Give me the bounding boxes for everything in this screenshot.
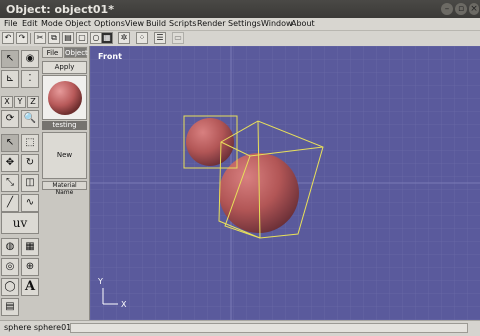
axis-y-label: Y — [98, 277, 103, 286]
move-icon[interactable]: ✥ — [1, 154, 19, 172]
material-preview[interactable] — [42, 75, 87, 120]
close-button[interactable]: × — [469, 3, 479, 15]
pointer-icon[interactable]: ↖ — [1, 134, 19, 152]
menu-object[interactable]: Object — [65, 19, 91, 28]
menu-file[interactable]: File — [4, 19, 17, 28]
menu-about[interactable]: About — [291, 19, 315, 28]
menu-build[interactable]: Build — [146, 19, 166, 28]
menu-mode[interactable]: Mode — [41, 19, 63, 28]
window-title: Object: object01* — [6, 3, 114, 16]
menu-settings[interactable]: Settings — [228, 19, 261, 28]
paste-icon[interactable]: ▤ — [62, 32, 74, 44]
grid-view-icon[interactable]: ▦ — [101, 32, 113, 44]
viewport-canvas[interactable] — [90, 46, 480, 320]
move-points-icon[interactable]: ⁘ — [136, 32, 148, 44]
copy-icon[interactable]: ⧉ — [48, 32, 60, 44]
cube-tool-icon[interactable]: ▦ — [21, 238, 39, 256]
redo-icon[interactable]: ↷ — [16, 32, 28, 44]
rotate-icon[interactable]: ↻ — [21, 154, 39, 172]
apply-button[interactable]: Apply — [42, 61, 87, 74]
marquee-icon[interactable]: ⬚ — [21, 134, 39, 152]
material-caption: testing — [42, 121, 87, 130]
points-icon[interactable]: ⁚ — [21, 70, 39, 88]
curve-icon[interactable]: ∿ — [21, 194, 39, 212]
title-bar: Object: object01* – ▫ × — [0, 0, 480, 18]
status-field — [70, 323, 468, 333]
axis-x-label: X — [121, 300, 127, 309]
list-icon[interactable]: ☰ — [154, 32, 166, 44]
axis-icon[interactable]: ⊾ — [1, 70, 19, 88]
zoom-icon[interactable]: 🔍 — [21, 110, 39, 128]
tab-file[interactable]: File — [42, 47, 63, 58]
maximize-button[interactable]: ▫ — [455, 3, 467, 15]
menu-scripts[interactable]: Scripts — [169, 19, 196, 28]
axis-z-button[interactable]: Z — [27, 96, 39, 108]
status-text: sphere sphere01 — [4, 323, 72, 332]
object-panel: File Object Apply testing New Material N… — [40, 46, 90, 320]
new-material-button[interactable]: New — [42, 132, 87, 179]
torus-tool-icon[interactable]: ◯ — [1, 278, 19, 296]
toolbar-separator — [30, 33, 31, 44]
menu-bar: File Edit Mode Object Options View Build… — [0, 18, 480, 31]
sphere-tool-icon[interactable]: ◍ — [1, 238, 19, 256]
menu-options[interactable]: Options — [94, 19, 125, 28]
scale-icon[interactable]: ⤡ — [1, 174, 19, 192]
disabled-tool-icon: ▭ — [172, 32, 184, 44]
text-tool-button[interactable]: A — [21, 278, 39, 296]
menu-view[interactable]: View — [125, 19, 144, 28]
small-sphere[interactable] — [186, 118, 234, 166]
menu-edit[interactable]: Edit — [22, 19, 38, 28]
grid-tool-icon[interactable]: ▤ — [1, 298, 19, 316]
sphere-preview-icon — [48, 81, 82, 115]
polymesh-tool-icon[interactable]: ⊕ — [21, 258, 39, 276]
cylinder-tool-icon[interactable]: ◎ — [1, 258, 19, 276]
tab-object[interactable]: Object — [64, 47, 88, 58]
material-name-field[interactable]: Material Name — [42, 181, 87, 196]
minimize-button[interactable]: – — [441, 3, 453, 15]
front-viewport[interactable]: Front Y X — [90, 46, 480, 320]
toolbar: ↶ ↷ ✂ ⧉ ▤ ▢ ○ ▦ ✲ ⁘ ☰ ▭ — [0, 31, 480, 47]
status-bar: sphere sphere01 — [0, 320, 480, 336]
line-icon[interactable]: ╱ — [1, 194, 19, 212]
axis-y-button[interactable]: Y — [14, 96, 26, 108]
uv-button[interactable]: uv — [1, 212, 39, 234]
select-arrow-icon[interactable]: ↖ — [1, 50, 19, 68]
menu-window[interactable]: Window — [261, 19, 293, 28]
taper-icon[interactable]: ◫ — [21, 174, 39, 192]
viewport-label: Front — [98, 52, 122, 61]
eye-icon[interactable]: ◉ — [21, 50, 39, 68]
axis-x-button[interactable]: X — [1, 96, 13, 108]
rotate-view-icon[interactable]: ⟳ — [1, 110, 19, 128]
cut-icon[interactable]: ✂ — [34, 32, 46, 44]
clear-icon[interactable]: ▢ — [76, 32, 88, 44]
settings-icon[interactable]: ✲ — [118, 32, 130, 44]
tool-palette: ↖ ◉ ⊾ ⁚ X Y Z ⟳ 🔍 ↖ ⬚ ✥ ↻ ⤡ ◫ ╱ ∿ uv ◍ ▦… — [0, 46, 41, 320]
undo-icon[interactable]: ↶ — [2, 32, 14, 44]
menu-render[interactable]: Render — [197, 19, 225, 28]
